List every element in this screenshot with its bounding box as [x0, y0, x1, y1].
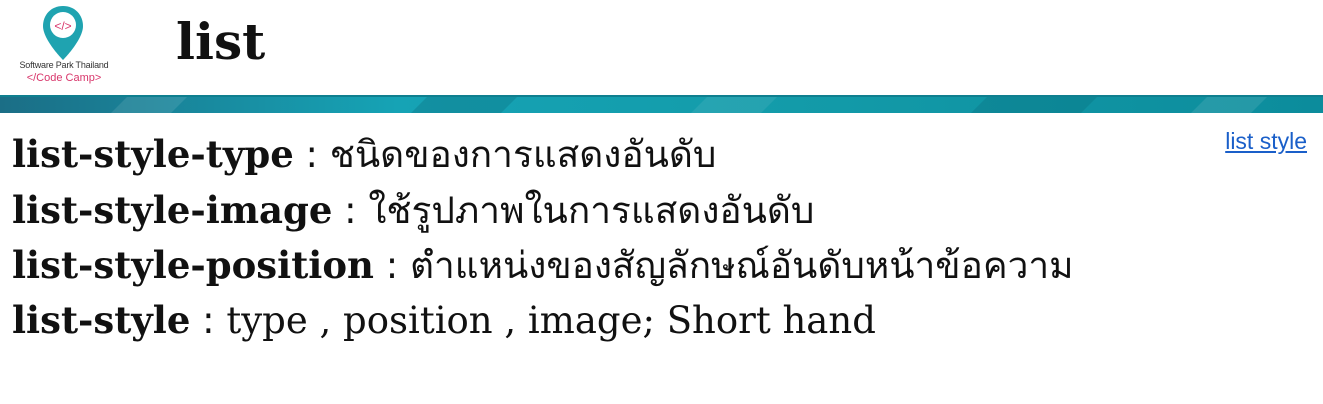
- property-term: list-style: [12, 298, 191, 342]
- map-pin-code-icon: </>: [43, 6, 83, 60]
- slide-content: list style list-style-type : ชนิดของการแ…: [0, 113, 1323, 404]
- property-term: list-style-type: [12, 132, 294, 176]
- property-term: list-style-image: [12, 188, 333, 232]
- property-description: ชนิดของการแสดงอันดับ: [329, 133, 717, 176]
- logo-org-name: Software Park Thailand: [19, 60, 109, 70]
- property-line: list-style-image : ใช้รูปภาพในการแสดงอัน…: [12, 182, 814, 239]
- property-line: list-style-type : ชนิดของการแสดงอันดับ: [12, 126, 716, 183]
- software-park-logo: </> Software Park Thailand </Code Camp>: [0, 0, 128, 92]
- decorative-banner: [0, 95, 1323, 113]
- property-line: list-style-position : ตำแหน่งของสัญลักษณ…: [12, 237, 1074, 294]
- list-style-link[interactable]: list style: [1225, 128, 1307, 155]
- property-term: list-style-position: [12, 243, 374, 287]
- property-description: type , position , image; Short hand: [226, 299, 876, 342]
- svg-text:</>: </>: [54, 19, 71, 33]
- property-description: ใช้รูปภาพในการแสดงอันดับ: [368, 189, 815, 232]
- page-title: list: [176, 12, 266, 71]
- property-separator: :: [190, 299, 227, 342]
- property-separator: :: [332, 189, 369, 232]
- property-description: ตำแหน่งของสัญลักษณ์อันดับหน้าข้อความ: [409, 244, 1074, 287]
- property-separator: :: [293, 133, 330, 176]
- slide-header: </> Software Park Thailand </Code Camp> …: [0, 0, 1323, 95]
- logo-tagline: </Code Camp>: [26, 72, 102, 84]
- property-separator: :: [373, 244, 410, 287]
- banner-top-line: [0, 95, 1323, 97]
- property-line: list-style : type , position , image; Sh…: [12, 292, 876, 349]
